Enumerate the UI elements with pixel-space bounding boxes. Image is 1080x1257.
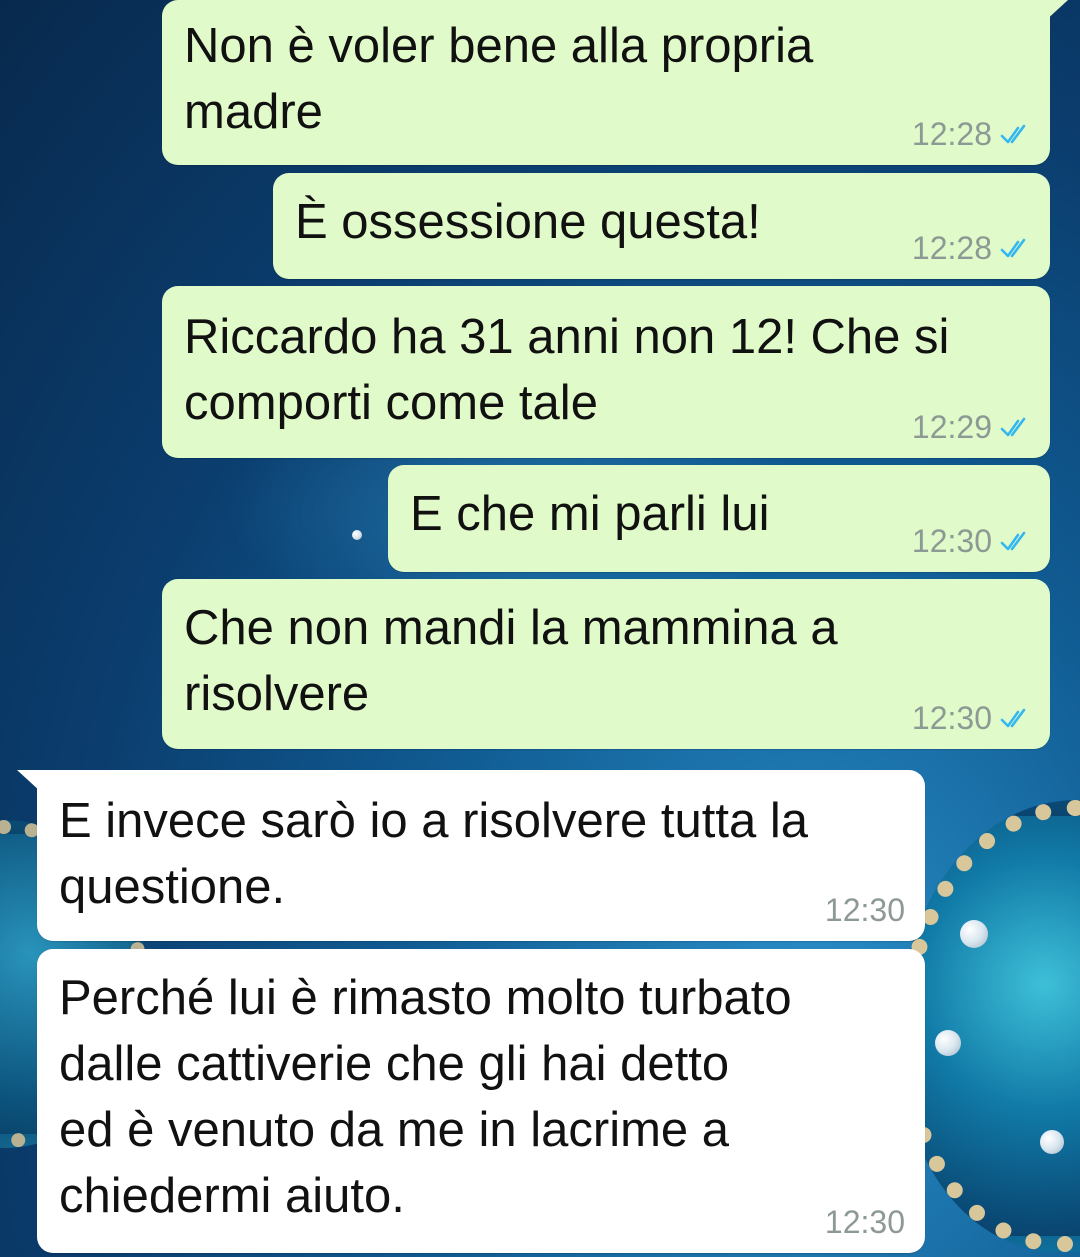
message-timestamp: 12:28	[911, 230, 992, 266]
message-timestamp: 12:30	[824, 892, 905, 928]
message-text: Riccardo ha 31 anni non 12! Che si compo…	[184, 310, 950, 430]
outgoing-message-bubble[interactable]: Non è voler bene alla propria madre 12:2…	[162, 0, 1068, 165]
incoming-message-bubble[interactable]: Perché lui è rimasto molto turbato dalle…	[37, 949, 925, 1253]
message-meta: 12:29	[912, 409, 1030, 446]
double-check-read-icon	[1000, 238, 1026, 257]
message-meta: 12:30	[912, 700, 1030, 737]
message-text: Non è voler bene alla propria madre	[184, 19, 814, 139]
message-text: Che non mandi la mammina a risolvere	[184, 601, 838, 721]
double-check-read-icon	[1000, 708, 1026, 727]
message-meta: 12:28	[912, 230, 1030, 267]
incoming-message-bubble[interactable]: E invece sarò io a risolvere tutta la qu…	[17, 770, 925, 941]
message-timestamp: 12:30	[824, 1204, 905, 1240]
message-meta: 12:30	[912, 523, 1030, 560]
outgoing-message-bubble[interactable]: Riccardo ha 31 anni non 12! Che si compo…	[162, 286, 1050, 458]
message-meta: 12:30	[825, 1204, 905, 1241]
outgoing-message-bubble[interactable]: Che non mandi la mammina a risolvere 12:…	[162, 579, 1050, 749]
double-check-read-icon	[1000, 417, 1026, 436]
message-timestamp: 12:28	[911, 116, 992, 152]
message-timestamp: 12:30	[911, 700, 992, 736]
message-timestamp: 12:29	[911, 409, 992, 445]
message-timestamp: 12:30	[911, 523, 992, 559]
bubble-tail	[17, 770, 41, 792]
message-list[interactable]: Non è voler bene alla propria madre 12:2…	[0, 0, 1080, 1257]
double-check-read-icon	[1000, 124, 1026, 143]
message-text: Perché lui è rimasto molto turbato dalle…	[59, 971, 792, 1223]
double-check-read-icon	[1000, 531, 1026, 550]
outgoing-message-bubble[interactable]: E che mi parli lui 12:30	[388, 465, 1050, 572]
outgoing-message-bubble[interactable]: È ossessione questa! 12:28	[273, 173, 1050, 279]
message-meta: 12:28	[912, 116, 1030, 153]
bubble-tail	[1044, 0, 1068, 22]
message-text: E che mi parli lui	[410, 487, 770, 541]
message-text: È ossessione questa!	[295, 195, 761, 249]
message-meta: 12:30	[825, 892, 905, 929]
message-text: E invece sarò io a risolvere tutta la qu…	[59, 794, 808, 914]
